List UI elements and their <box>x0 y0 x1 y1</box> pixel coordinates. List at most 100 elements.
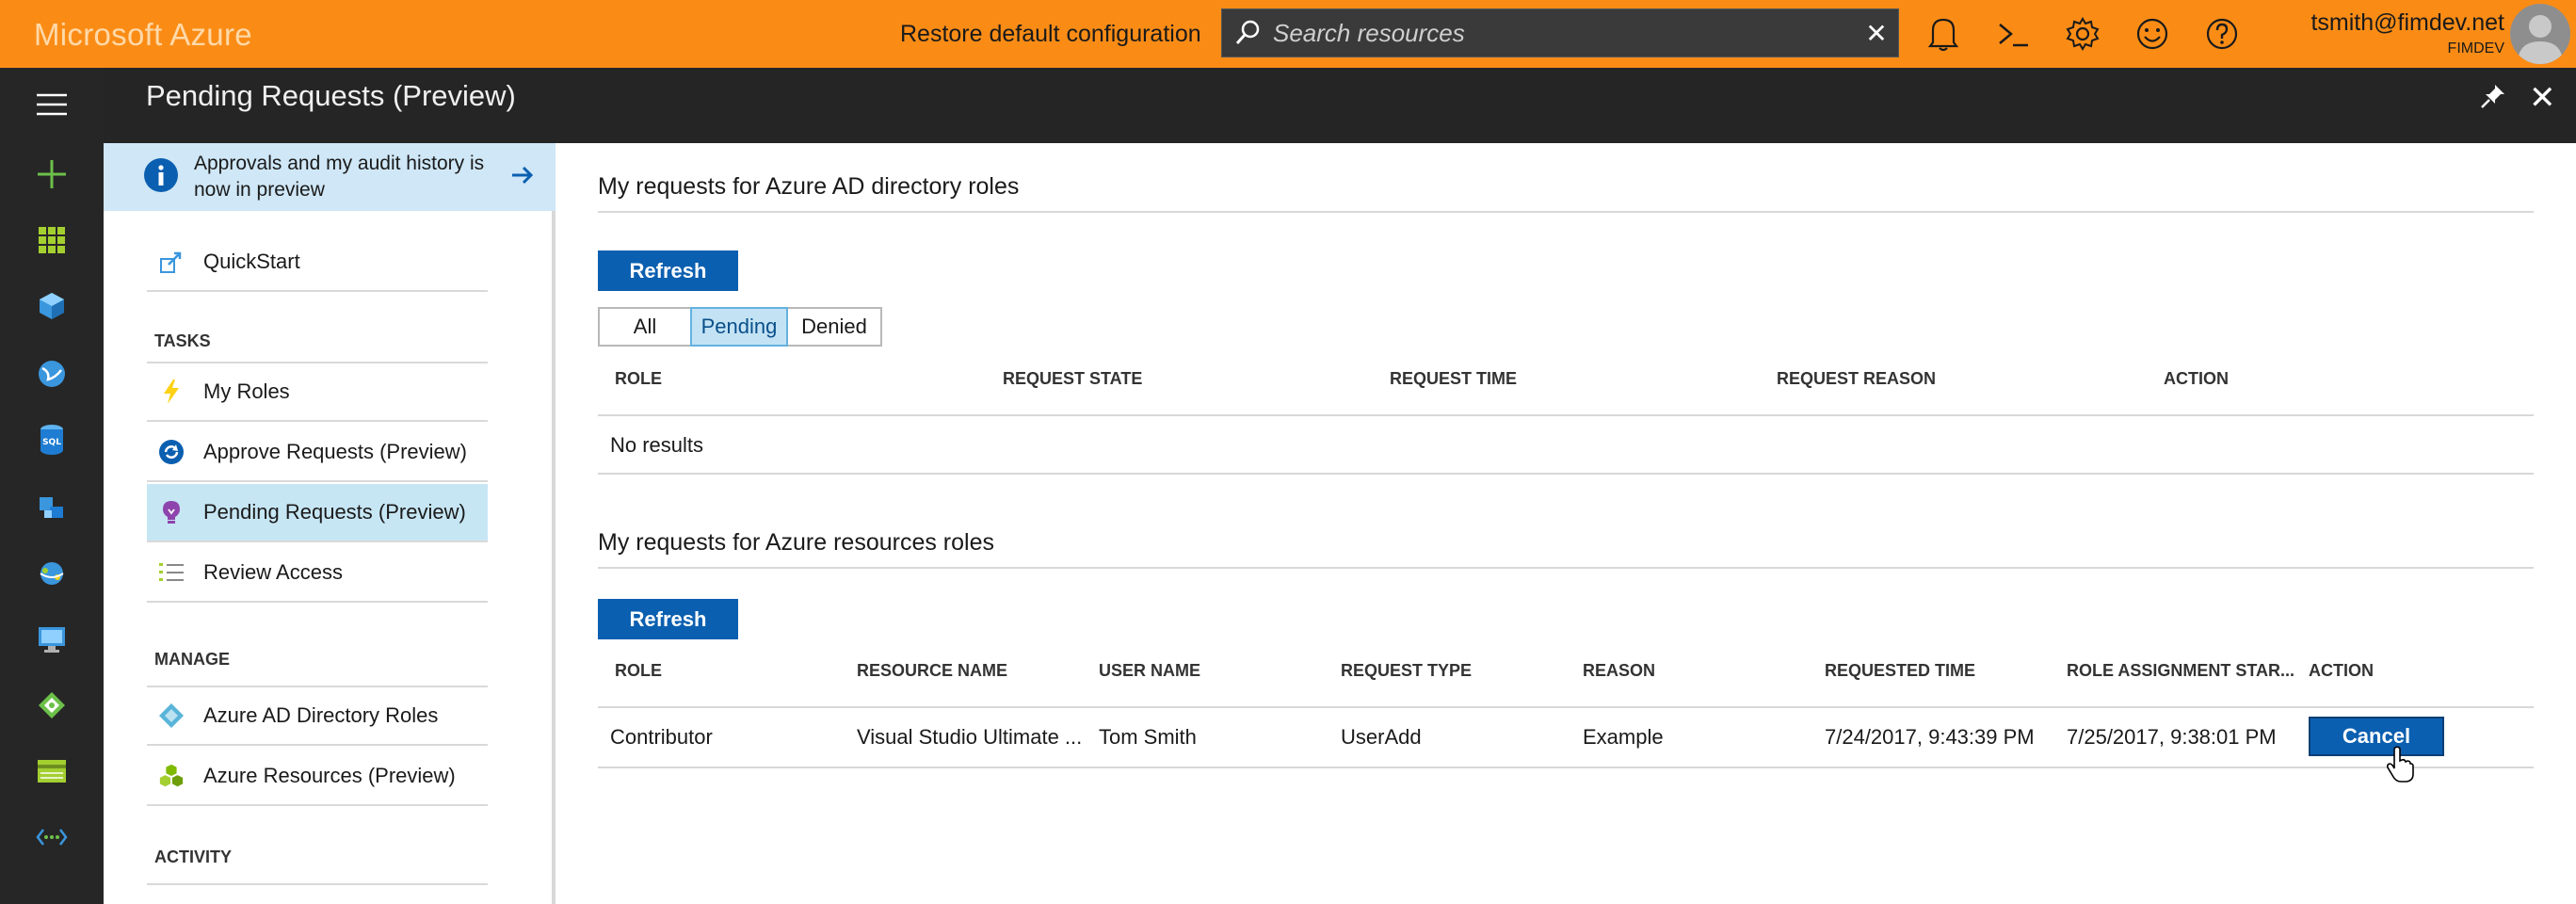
menu-item-label: Pending Requests (Preview) <box>203 500 466 524</box>
refresh-circle-icon <box>158 439 185 465</box>
left-rail: SQL <box>0 68 104 904</box>
cell-role-assignment-start: 7/25/2017, 9:38:01 PM <box>2067 725 2277 749</box>
feedback-smiley-icon[interactable] <box>2117 0 2187 68</box>
clear-search-icon[interactable]: ✕ <box>1855 8 1898 57</box>
divider <box>598 706 2534 708</box>
create-resource-plus-icon[interactable] <box>0 141 104 207</box>
cell-role: Contributor <box>610 725 713 749</box>
column-header-user-name[interactable]: USER NAME <box>1099 661 1200 681</box>
column-header-action[interactable]: ACTION <box>2309 661 2374 681</box>
main-content: My requests for Azure AD directory roles… <box>559 143 2576 904</box>
virtual-networks-icon[interactable] <box>0 804 104 870</box>
section-tasks: TASKS <box>154 331 211 350</box>
banner-text: Approvals and my audit history is now in… <box>194 153 485 201</box>
search-box: ✕ <box>1221 8 1899 57</box>
cell-resource-name: Visual Studio Ultimate ... <box>857 725 1083 749</box>
filter-all[interactable]: All <box>598 307 692 347</box>
checklist-icon <box>158 559 185 586</box>
column-header-request-state[interactable]: REQUEST STATE <box>1003 369 1142 389</box>
virtual-machines-icon[interactable] <box>0 606 104 672</box>
cell-reason: Example <box>1583 725 1664 749</box>
app-services-icon[interactable] <box>0 541 104 606</box>
cell-requested-time: 7/24/2017, 9:43:39 PM <box>1825 725 2035 749</box>
lightning-icon <box>158 379 185 405</box>
column-header-request-type[interactable]: REQUEST TYPE <box>1341 661 1472 681</box>
divider <box>598 767 2534 768</box>
menu-item-review-access[interactable]: Review Access <box>147 544 488 603</box>
storage-accounts-icon[interactable] <box>0 738 104 804</box>
info-icon <box>143 157 179 198</box>
divider <box>598 567 2534 569</box>
search-input[interactable] <box>1273 10 1855 56</box>
hand-pointer-cursor-icon <box>2386 746 2414 788</box>
restore-default-button[interactable]: Restore default configuration <box>900 21 1201 48</box>
section-activity: ACTIVITY <box>154 848 233 866</box>
menu-item-pending-requests[interactable]: Pending Requests (Preview) <box>147 484 488 542</box>
cubes-icon <box>158 763 185 789</box>
all-resources-cube-icon[interactable] <box>0 273 104 339</box>
sql-database-icon[interactable]: SQL <box>0 407 104 473</box>
user-email: tsmith@fimdev.net <box>2310 9 2504 36</box>
column-header-resource-name[interactable]: RESOURCE NAME <box>857 661 1007 681</box>
notifications-bell-icon[interactable] <box>1908 0 1978 68</box>
column-header-action[interactable]: ACTION <box>2164 369 2229 389</box>
cell-request-type: UserAdd <box>1341 725 1422 749</box>
menu-item-quickstart[interactable]: QuickStart <box>147 234 488 292</box>
avatar[interactable] <box>2510 4 2570 64</box>
blade-header: Pending Requests (Preview) ✕ <box>104 68 2576 143</box>
column-header-request-reason[interactable]: REQUEST REASON <box>1777 369 1936 389</box>
cloud-services-icon[interactable] <box>0 475 104 541</box>
column-header-role[interactable]: ROLE <box>615 661 662 681</box>
menu-item-azure-resources[interactable]: Azure Resources (Preview) <box>147 748 488 806</box>
rocket-icon <box>158 249 185 275</box>
column-header-requested-time[interactable]: REQUESTED TIME <box>1825 661 1975 681</box>
column-header-role[interactable]: ROLE <box>615 369 662 389</box>
svg-text:SQL: SQL <box>42 438 61 447</box>
menu-item-label: QuickStart <box>203 250 300 273</box>
menu-item-label: Approve Requests (Preview) <box>203 440 468 463</box>
dashboard-grid-icon[interactable] <box>0 207 104 273</box>
menu-item-approve-requests[interactable]: Approve Requests (Preview) <box>147 424 488 482</box>
pin-icon[interactable] <box>2480 83 2506 114</box>
refresh-directory-button[interactable]: Refresh <box>598 250 738 291</box>
menu-item-label: Azure AD Directory Roles <box>203 703 439 727</box>
arrow-right-icon[interactable] <box>510 165 535 190</box>
resource-roles-heading: My requests for Azure resources roles <box>598 529 994 556</box>
help-question-icon[interactable] <box>2187 0 2257 68</box>
user-tenant: FIMDEV <box>2447 40 2504 56</box>
resource-menu: Approvals and my audit history is now in… <box>104 143 555 904</box>
divider <box>147 883 488 885</box>
divider <box>598 414 2534 416</box>
settings-gear-icon[interactable] <box>2048 0 2117 68</box>
divider <box>598 473 2534 475</box>
menu-item-label: Azure Resources (Preview) <box>203 764 456 787</box>
load-balancer-icon[interactable] <box>0 672 104 738</box>
empty-results-text: No results <box>610 433 704 457</box>
hamburger-menu-icon[interactable] <box>0 72 104 137</box>
brand-logo[interactable]: Microsoft Azure <box>34 17 252 53</box>
status-filter: All Pending Denied <box>598 307 882 347</box>
account-menu[interactable]: tsmith@fimdev.net FIMDEV <box>2278 9 2504 57</box>
page-title: Pending Requests (Preview) <box>146 79 516 112</box>
column-header-reason[interactable]: REASON <box>1583 661 1655 681</box>
preview-banner[interactable]: Approvals and my audit history is now in… <box>104 143 555 211</box>
close-blade-icon[interactable]: ✕ <box>2529 79 2556 117</box>
menu-item-label: Review Access <box>203 560 343 584</box>
filter-pending[interactable]: Pending <box>690 307 788 347</box>
diamond-icon <box>158 702 185 729</box>
section-manage: MANAGE <box>154 650 230 669</box>
menu-item-my-roles[interactable]: My Roles <box>147 363 488 422</box>
cell-user-name: Tom Smith <box>1099 725 1197 749</box>
column-header-role-assignment-start[interactable]: ROLE ASSIGNMENT STAR... <box>2067 661 2294 681</box>
refresh-resources-button[interactable]: Refresh <box>598 599 738 639</box>
cancel-request-button[interactable]: Cancel <box>2309 717 2444 756</box>
menu-item-label: My Roles <box>203 379 290 403</box>
cloud-shell-icon[interactable] <box>1978 0 2048 68</box>
menu-item-azure-ad-directory-roles[interactable]: Azure AD Directory Roles <box>147 687 488 746</box>
globe-icon[interactable] <box>0 341 104 407</box>
column-header-request-time[interactable]: REQUEST TIME <box>1390 369 1517 389</box>
top-bar: Microsoft Azure Restore default configur… <box>0 0 2576 68</box>
filter-denied[interactable]: Denied <box>786 307 882 347</box>
directory-roles-heading: My requests for Azure AD directory roles <box>598 173 1020 200</box>
divider <box>598 211 2534 213</box>
